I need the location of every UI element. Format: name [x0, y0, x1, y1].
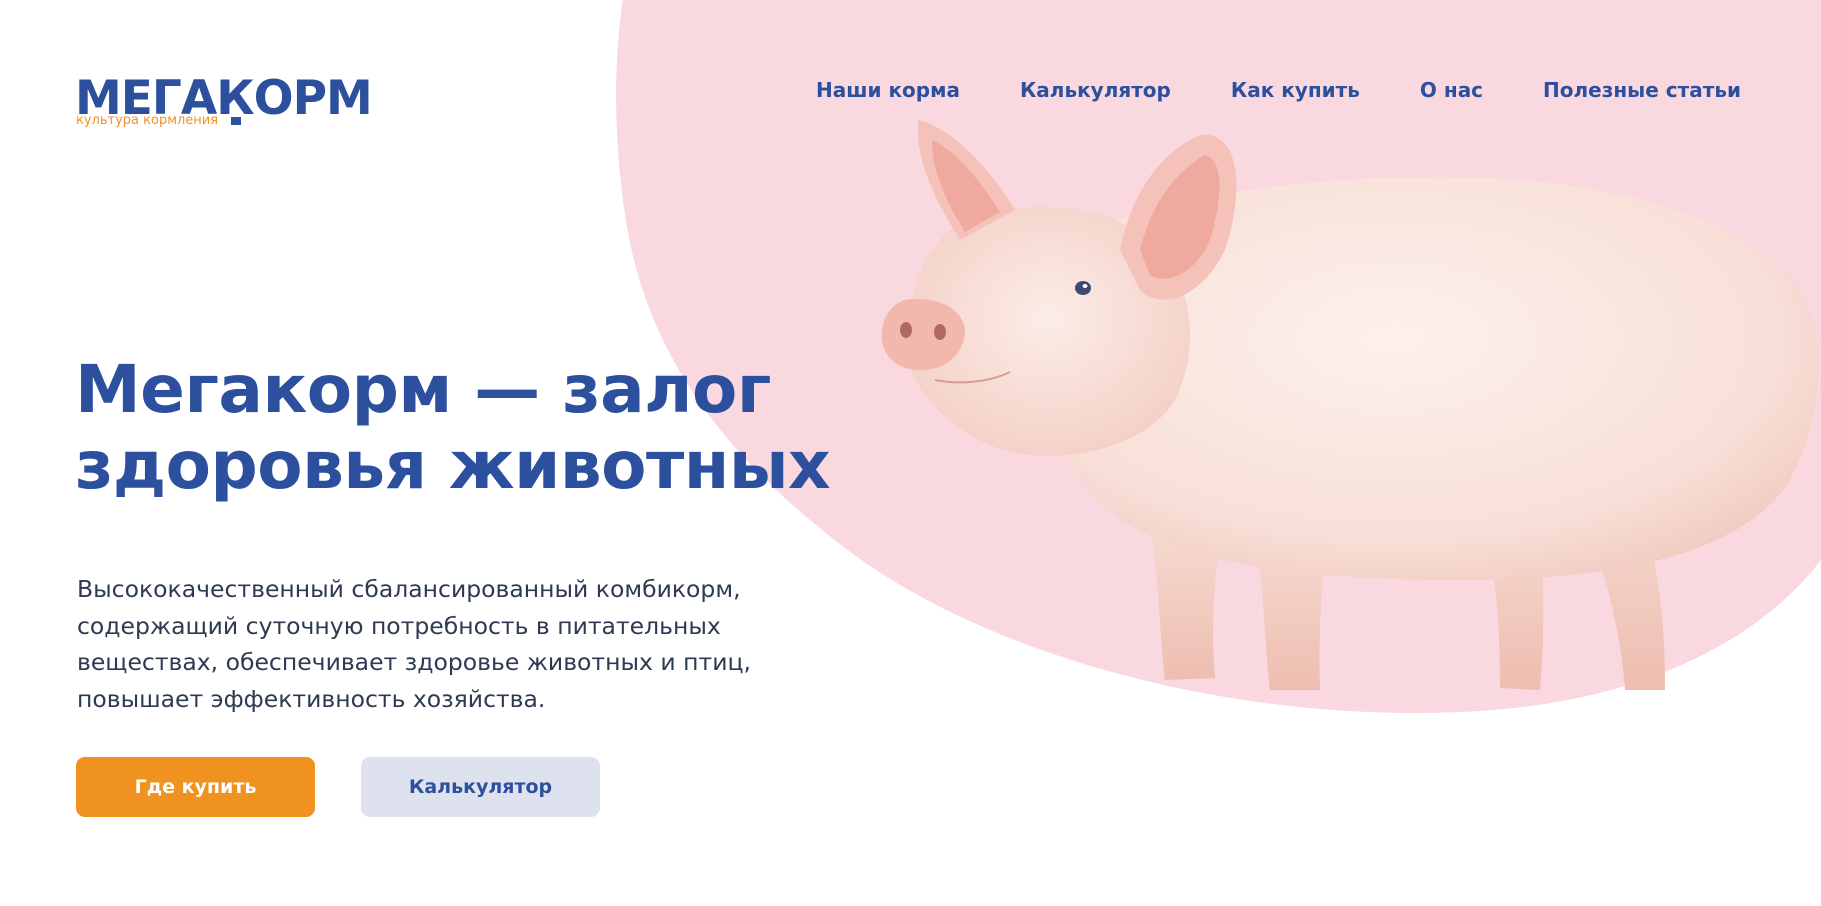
landing-page: МЕГАКОРМ культура кормления Наши корма К… — [0, 0, 1821, 906]
hero-headline: Мегакорм — залог здоровья животных — [75, 351, 831, 504]
nav-item-articles[interactable]: Полезные статьи — [1543, 76, 1741, 104]
nav-item-our-feeds[interactable]: Наши корма — [816, 76, 960, 104]
nav-item-about[interactable]: О нас — [1420, 76, 1483, 104]
hero-headline-line2: здоровья животных — [75, 427, 831, 504]
nav-item-how-to-buy[interactable]: Как купить — [1231, 76, 1360, 104]
where-to-buy-button[interactable]: Где купить — [76, 757, 315, 817]
main-nav: Наши корма Калькулятор Как купить О нас … — [756, 76, 1741, 104]
nav-item-calculator[interactable]: Калькулятор — [1020, 76, 1171, 104]
logo-tagline: культура кормления — [76, 113, 219, 128]
logo-square-mark — [231, 117, 241, 125]
hero-headline-line1: Мегакорм — залог — [75, 351, 771, 428]
logo[interactable]: МЕГАКОРМ культура кормления — [75, 74, 435, 134]
hero-description: Высококачественный сбалансированный комб… — [77, 575, 751, 713]
calculator-button[interactable]: Калькулятор — [361, 757, 600, 817]
